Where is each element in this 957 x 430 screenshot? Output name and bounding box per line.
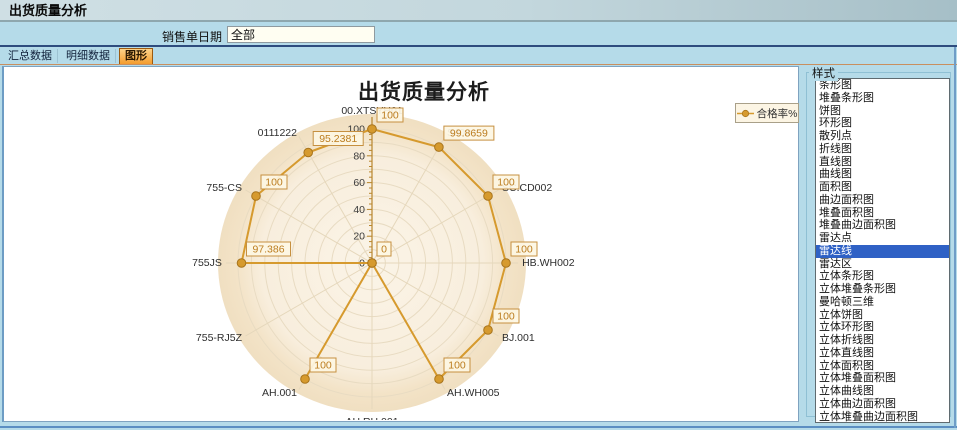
- style-list-item[interactable]: 散列点: [816, 130, 949, 143]
- tab-1[interactable]: 明细数据: [61, 49, 116, 63]
- legend[interactable]: 合格率%: [735, 103, 799, 123]
- svg-text:755JS: 755JS: [192, 257, 222, 269]
- style-list-item[interactable]: 曲线图: [816, 168, 949, 181]
- legend-label: 合格率%: [757, 106, 798, 121]
- style-group-title: 样式: [809, 65, 838, 81]
- svg-text:755-CS: 755-CS: [206, 182, 242, 194]
- style-list-item[interactable]: 面积图: [816, 181, 949, 194]
- sales-date-input[interactable]: [227, 26, 375, 43]
- chart-title: 出货质量分析: [284, 76, 564, 106]
- svg-text:HB.WH002: HB.WH002: [522, 257, 575, 269]
- svg-text:0111222: 0111222: [258, 127, 297, 139]
- style-list-item[interactable]: 立体折线图: [816, 334, 949, 347]
- style-list-item[interactable]: 立体面积图: [816, 360, 949, 373]
- radar-chart: 02040608010000.XTSYH01SJ001SC.CD002HB.WH…: [4, 67, 797, 420]
- svg-text:0: 0: [381, 244, 387, 256]
- style-list-item[interactable]: 立体曲线图: [816, 385, 949, 398]
- style-listbox[interactable]: 条形图堆叠条形图饼图环形图散列点折线图直线图曲线图面积图曲边面积图堆叠面积图堆叠…: [815, 78, 950, 423]
- style-list-item[interactable]: 立体堆叠条形图: [816, 283, 949, 296]
- style-list-item[interactable]: 堆叠曲边面积图: [816, 219, 949, 232]
- window-right-border: [954, 47, 956, 428]
- tab-0[interactable]: 汇总数据: [3, 49, 58, 63]
- chart-panel: 02040608010000.XTSYH01SJ001SC.CD002HB.WH…: [2, 66, 799, 422]
- style-list-item[interactable]: 立体条形图: [816, 270, 949, 283]
- sales-date-label: 销售单日期: [120, 28, 222, 45]
- svg-text:97.386: 97.386: [252, 244, 284, 256]
- svg-text:AH.001: AH.001: [262, 387, 297, 399]
- style-list-item[interactable]: 折线图: [816, 143, 949, 156]
- style-list-item[interactable]: 立体环形图: [816, 321, 949, 334]
- svg-text:40: 40: [353, 204, 365, 216]
- style-list-item[interactable]: 雷达线: [816, 245, 949, 258]
- style-list-item[interactable]: 饼图: [816, 105, 949, 118]
- style-list-item[interactable]: 立体曲边面积图: [816, 398, 949, 411]
- style-group: 样式 条形图堆叠条形图饼图环形图散列点折线图直线图曲线图面积图曲边面积图堆叠面积…: [806, 65, 953, 419]
- svg-text:100: 100: [515, 244, 533, 256]
- style-list-item[interactable]: 立体堆叠曲边面积图: [816, 411, 949, 424]
- svg-text:100: 100: [497, 177, 515, 189]
- svg-text:95.2381: 95.2381: [319, 133, 357, 145]
- style-list-item[interactable]: 堆叠条形图: [816, 92, 949, 105]
- window-title: 出货质量分析: [0, 0, 957, 22]
- style-list-item[interactable]: 雷达点: [816, 232, 949, 245]
- style-list-item[interactable]: 立体饼图: [816, 309, 949, 322]
- svg-text:100: 100: [497, 311, 515, 323]
- style-list-item[interactable]: 立体堆叠面积图: [816, 372, 949, 385]
- svg-text:100: 100: [265, 177, 283, 189]
- style-list-item[interactable]: 曲边面积图: [816, 194, 949, 207]
- svg-text:99.8659: 99.8659: [450, 128, 488, 140]
- window-bottom-border: [0, 426, 957, 428]
- style-list-item[interactable]: 环形图: [816, 117, 949, 130]
- style-list-item[interactable]: 曼哈顿三维: [816, 296, 949, 309]
- svg-text:100: 100: [448, 360, 466, 372]
- style-list-item[interactable]: 雷达区: [816, 258, 949, 271]
- style-list-item[interactable]: 堆叠面积图: [816, 207, 949, 220]
- svg-text:755-RJ5Z: 755-RJ5Z: [196, 332, 243, 344]
- svg-text:AH.WH005: AH.WH005: [447, 387, 500, 399]
- svg-text:BJ.001: BJ.001: [502, 332, 535, 344]
- svg-text:100: 100: [381, 110, 399, 122]
- style-list-item[interactable]: 直线图: [816, 156, 949, 169]
- svg-text:80: 80: [353, 150, 365, 162]
- tab-bar: 汇总数据明细数据图形: [0, 47, 957, 65]
- tab-2[interactable]: 图形: [119, 48, 153, 64]
- svg-text:AH.RH.001: AH.RH.001: [345, 416, 398, 420]
- svg-text:60: 60: [353, 177, 365, 189]
- svg-text:20: 20: [353, 231, 365, 243]
- svg-text:100: 100: [314, 360, 332, 372]
- filter-bar: 销售单日期: [0, 24, 957, 47]
- style-list-item[interactable]: 立体直线图: [816, 347, 949, 360]
- main-content: 02040608010000.XTSYH01SJ001SC.CD002HB.WH…: [0, 65, 957, 426]
- line-dot-icon: [737, 109, 754, 118]
